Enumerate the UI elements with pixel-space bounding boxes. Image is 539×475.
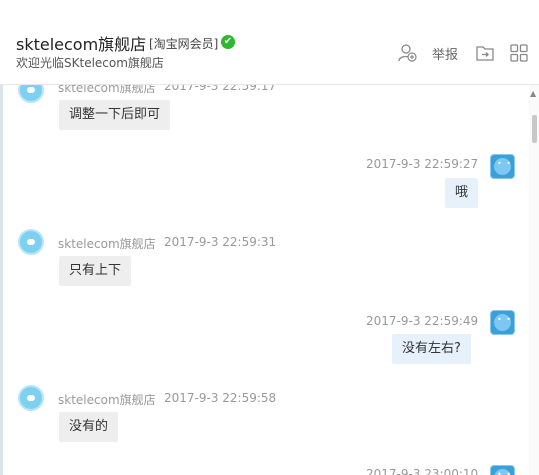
user-avatar[interactable] [490,465,515,475]
message-sender: sktelecom旗舰店 [58,85,156,95]
message-bubble[interactable]: 没有左右? [392,334,471,364]
message-sender: sktelecom旗舰店 [58,393,156,407]
seller-avatar[interactable] [18,85,44,103]
message-bubble[interactable]: 没有的 [59,412,119,442]
member-tag: [淘宝网会员] [149,37,219,51]
message-bubble[interactable]: 哦 [445,178,479,208]
message-time: 2017-9-3 22:59:58 [164,391,277,405]
scrollbar[interactable] [529,85,539,475]
user-avatar[interactable] [490,310,515,335]
transfer-icon[interactable] [475,43,495,63]
message-bubble[interactable]: 只有上下 [59,256,132,286]
user-avatar[interactable] [490,154,515,179]
scroll-up-arrow-icon[interactable]: ▲ [530,89,536,98]
seller-avatar[interactable] [18,385,44,411]
welcome-text: 欢迎光临SKtelecom旗舰店 [16,56,164,70]
add-friend-icon[interactable] [398,43,418,63]
chat-header: sktelecom旗舰店 [淘宝网会员] ✔ 欢迎光临SKtelecom旗舰店 … [0,0,539,85]
message-sender: sktelecom旗舰店 [58,237,156,251]
panel-edge [0,85,3,475]
message-time: 2017-9-3 22:59:49 [366,314,479,328]
message-time: 2017-9-3 23:00:10 [366,467,479,475]
message-time: 2017-9-3 22:59:31 [164,235,277,249]
message-time: 2017-9-3 22:59:27 [366,157,479,171]
report-button[interactable]: 举报 [432,44,458,63]
message-bubble[interactable]: 调整一下后即可 [59,100,171,130]
apps-grid-icon[interactable] [509,43,529,63]
shop-name[interactable]: sktelecom旗舰店 [16,31,146,55]
seller-avatar[interactable] [18,229,44,255]
verified-icon: ✔ [221,35,235,49]
message-time: 2017-9-3 22:59:17 [164,85,277,93]
scroll-thumb[interactable] [532,115,537,143]
message-list[interactable]: sktelecom旗舰店 2017-9-3 22:59:17 调整一下后即可 2… [0,85,539,475]
